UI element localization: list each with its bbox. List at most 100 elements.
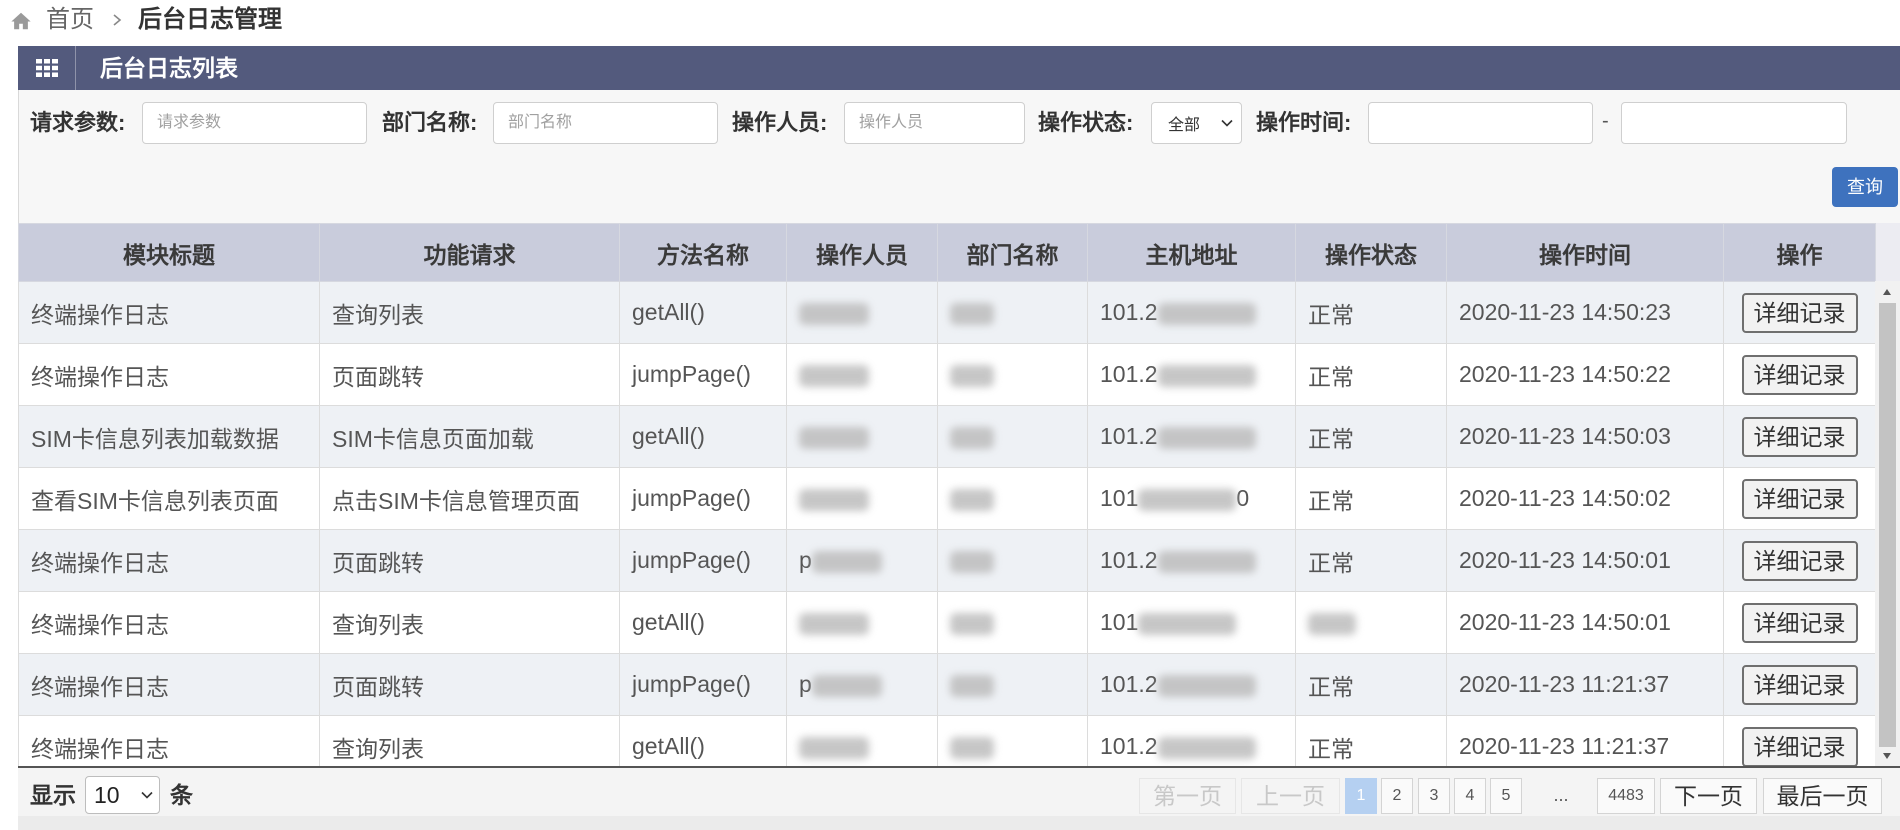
next-page-button[interactable]: 下一页 [1660, 778, 1757, 814]
dept-name-input[interactable] [493, 102, 718, 144]
redacted-block [1157, 550, 1256, 573]
scrollbar-thumb[interactable] [1879, 303, 1896, 747]
page-button-1[interactable]: 1 [1345, 778, 1377, 814]
pagination-ellipsis: ... [1553, 785, 1569, 805]
detail-record-button[interactable]: 详细记录 [1741, 292, 1858, 333]
cell-host: 101.2 [1087, 405, 1296, 468]
cell-dept [937, 343, 1088, 406]
cell-time: 2020-11-23 14:50:01 [1446, 591, 1724, 654]
cell-dept [937, 715, 1088, 766]
status-select-value: 全部 [1168, 117, 1201, 134]
table-row: 终端操作日志 查询列表 getAll() 101 2020-11-23 14:50:01… [18, 591, 1876, 654]
log-table: 模块标题 功能请求 方法名称 操作人员 部门名称 主机地址 操作状态 操作时间 … [18, 223, 1876, 766]
page-button-5[interactable]: 5 [1490, 778, 1522, 814]
time-range-separator: - [1602, 110, 1609, 132]
breadcrumb-home-link[interactable]: 首页 [46, 0, 94, 40]
page-button-3[interactable]: 3 [1418, 778, 1450, 814]
cell-status: 正常 [1295, 653, 1447, 716]
cell-status [1295, 591, 1447, 654]
cell-host: 101.2 [1087, 281, 1296, 344]
cell-action: 详细记录 [1723, 281, 1876, 344]
request-params-label: 请求参数: [30, 110, 126, 135]
cell-operator [786, 591, 938, 654]
column-header-time[interactable]: 操作时间 [1446, 223, 1724, 282]
cell-module: 终端操作日志 [18, 343, 320, 406]
cell-dept [937, 529, 1088, 592]
column-header-function[interactable]: 功能请求 [319, 223, 620, 282]
redacted-block [950, 488, 994, 511]
cell-operator [786, 467, 938, 530]
panel-header [18, 46, 1900, 90]
cell-status: 正常 [1295, 281, 1447, 344]
operator-input[interactable] [844, 102, 1025, 144]
column-header-host[interactable]: 主机地址 [1087, 223, 1296, 282]
cell-method: getAll() [619, 405, 787, 468]
cell-module: SIM卡信息列表加载数据 [18, 405, 320, 468]
redacted-block [799, 736, 869, 759]
start-time-input[interactable] [1368, 102, 1593, 144]
status-select[interactable]: 全部 [1151, 102, 1242, 144]
cell-dept [937, 405, 1088, 468]
page-title: 后台日志管理 [138, 6, 282, 33]
cell-method: getAll() [619, 281, 787, 344]
query-button[interactable]: 查询 [1832, 167, 1898, 207]
page-button-last-number[interactable]: 4483 [1597, 778, 1655, 814]
request-params-input[interactable] [142, 102, 367, 144]
page-button-4[interactable]: 4 [1454, 778, 1486, 814]
detail-record-button[interactable]: 详细记录 [1741, 602, 1858, 643]
detail-record-button[interactable]: 详细记录 [1741, 726, 1858, 766]
column-header-method[interactable]: 方法名称 [619, 223, 787, 282]
cell-dept [937, 653, 1088, 716]
scroll-up-arrow-icon[interactable] [1881, 287, 1893, 297]
cell-method: jumpPage() [619, 653, 787, 716]
cell-module: 终端操作日志 [18, 591, 320, 654]
redacted-block [1157, 364, 1256, 387]
scroll-down-arrow-icon[interactable] [1881, 751, 1893, 761]
column-header-dept[interactable]: 部门名称 [937, 223, 1088, 282]
cell-operator [786, 715, 938, 766]
panel-header-icon-box [18, 46, 76, 90]
status-label: 操作状态: [1038, 110, 1134, 135]
cell-method: jumpPage() [619, 343, 787, 406]
cell-status: 正常 [1295, 405, 1447, 468]
first-page-button[interactable]: 第一页 [1139, 778, 1236, 814]
column-header-operator[interactable]: 操作人员 [786, 223, 938, 282]
page-size-select[interactable]: 10 [85, 776, 160, 814]
cell-function: 页面跳转 [319, 343, 620, 406]
cell-function: 查询列表 [319, 281, 620, 344]
cell-host: 101.2 [1087, 715, 1296, 766]
detail-record-button[interactable]: 详细记录 [1741, 664, 1858, 705]
cell-operator: p [786, 529, 938, 592]
detail-record-button[interactable]: 详细记录 [1741, 540, 1858, 581]
table-row: 查看SIM卡信息列表页面 点击SIM卡信息管理页面 jumpPage() 101 0 正常… [18, 467, 1876, 530]
table-row: 终端操作日志 查询列表 getAll() 101.2 正常 2020-11-23 11:2… [18, 715, 1876, 766]
cell-status: 正常 [1295, 343, 1447, 406]
redacted-block [1157, 674, 1256, 697]
page-button-2[interactable]: 2 [1381, 778, 1413, 814]
cell-time: 2020-11-23 14:50:22 [1446, 343, 1724, 406]
redacted-block [799, 612, 869, 635]
cell-action: 详细记录 [1723, 715, 1876, 766]
redacted-block [950, 426, 994, 449]
cell-dept [937, 281, 1088, 344]
cell-time: 2020-11-23 14:50:01 [1446, 529, 1724, 592]
column-header-module[interactable]: 模块标题 [18, 223, 320, 282]
home-icon[interactable] [10, 10, 32, 32]
cell-dept [937, 467, 1088, 530]
time-label: 操作时间: [1256, 110, 1352, 135]
last-page-button[interactable]: 最后一页 [1763, 778, 1882, 814]
cell-host-visible-text: 101.2 [1100, 733, 1158, 759]
end-time-input[interactable] [1621, 102, 1847, 144]
column-header-status[interactable]: 操作状态 [1295, 223, 1447, 282]
prev-page-button[interactable]: 上一页 [1241, 778, 1340, 814]
detail-record-button[interactable]: 详细记录 [1741, 354, 1858, 395]
detail-record-button[interactable]: 详细记录 [1741, 478, 1858, 519]
cell-time: 2020-11-23 14:50:23 [1446, 281, 1724, 344]
cell-action: 详细记录 [1723, 653, 1876, 716]
cell-function: 查询列表 [319, 591, 620, 654]
detail-record-button[interactable]: 详细记录 [1741, 416, 1858, 457]
table-header-row: 模块标题 功能请求 方法名称 操作人员 部门名称 主机地址 操作状态 操作时间 … [18, 223, 1876, 282]
log-table-container: 模块标题 功能请求 方法名称 操作人员 部门名称 主机地址 操作状态 操作时间 … [18, 223, 1900, 768]
cell-operator-visible-text: p [799, 671, 812, 697]
table-row: SIM卡信息列表加载数据 SIM卡信息页面加载 getAll() 101.2 正常 202… [18, 405, 1876, 468]
